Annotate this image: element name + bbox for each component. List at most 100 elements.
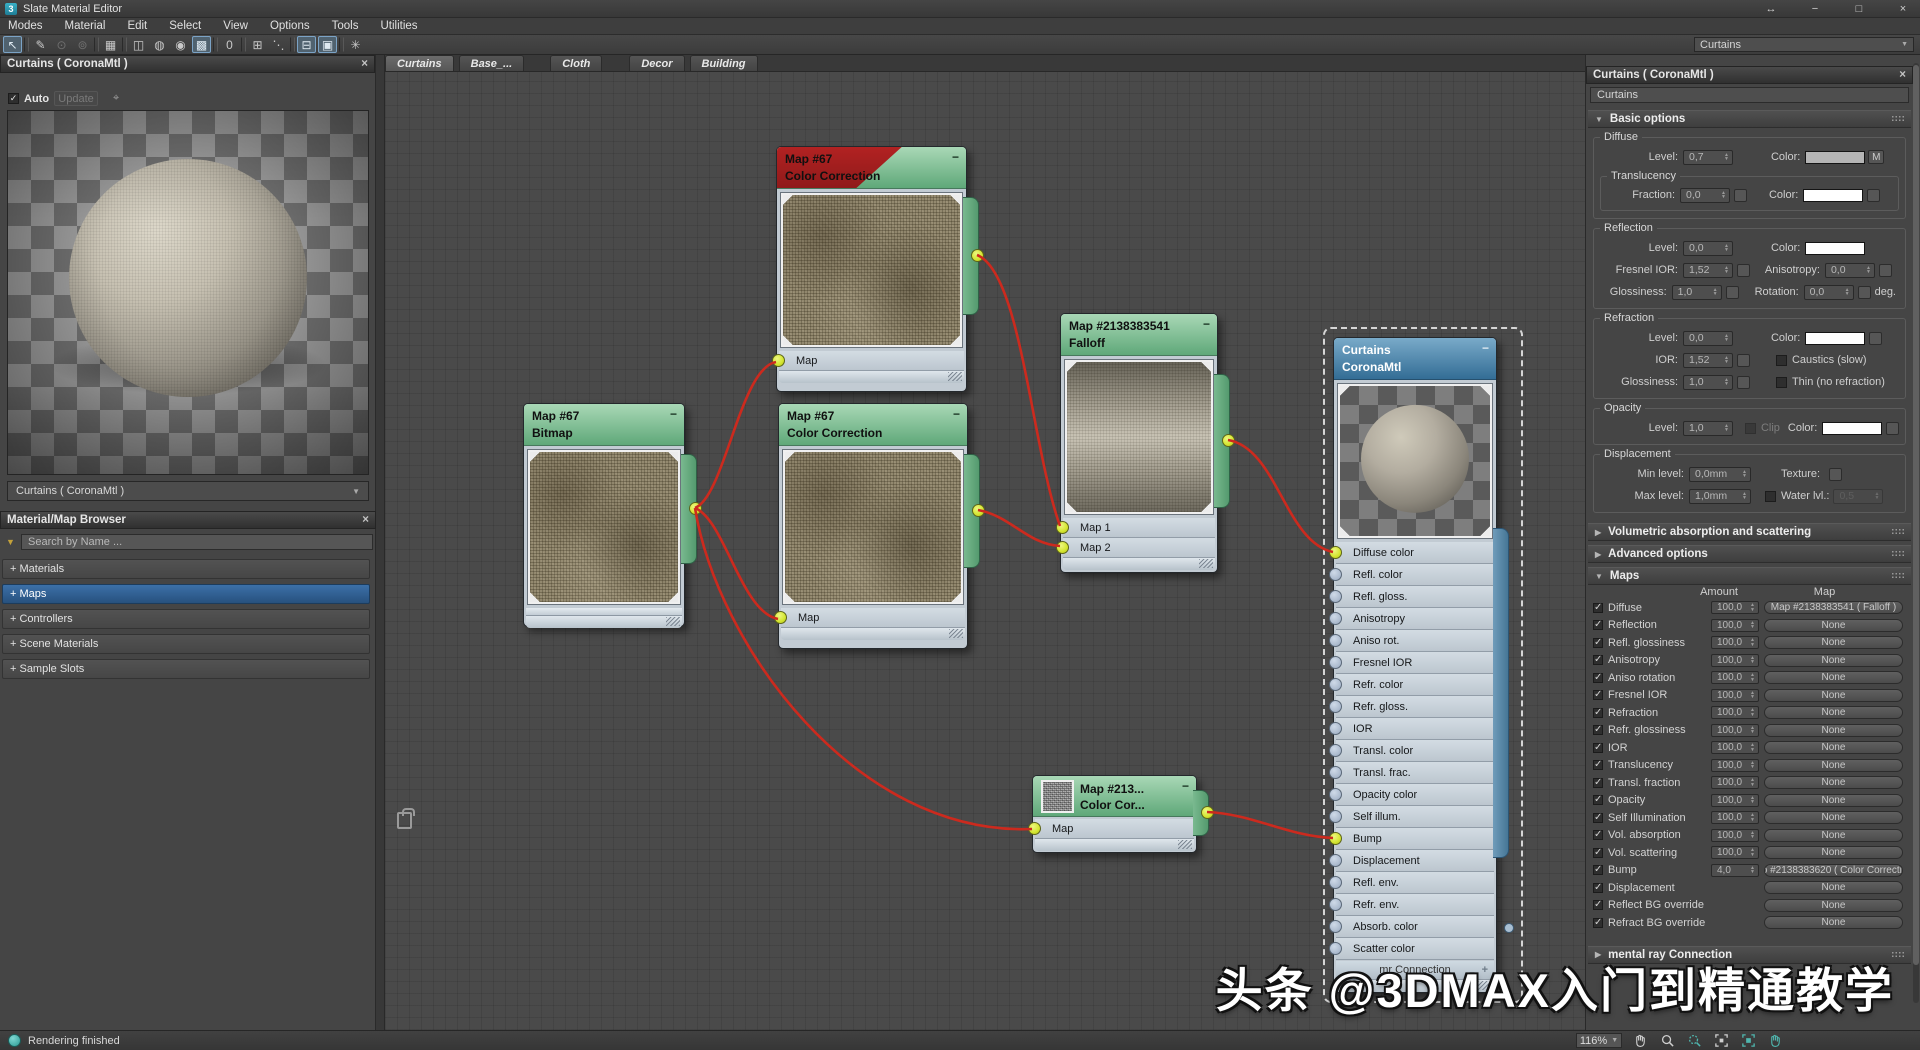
node-thumbnail[interactable] <box>1041 780 1074 813</box>
collapse-icon[interactable]: − <box>1203 316 1210 333</box>
water-level-checkbox[interactable] <box>1765 491 1776 502</box>
map-slot-button[interactable]: None <box>1764 776 1903 789</box>
translucency-color-map-box[interactable] <box>1867 189 1880 202</box>
material-output-socket[interactable] <box>1504 923 1514 933</box>
input-slot[interactable]: Map 2 <box>1063 538 1215 558</box>
output-socket[interactable] <box>1201 806 1214 819</box>
map-slot-button[interactable]: None <box>1764 881 1903 894</box>
material-input-slot[interactable]: Refl. env. <box>1336 872 1494 894</box>
map-amount-spinner[interactable]: 100,0 <box>1711 846 1759 859</box>
map-enable-checkbox[interactable] <box>1593 865 1603 875</box>
input-socket[interactable] <box>1329 744 1342 757</box>
menu-item[interactable]: Modes <box>8 20 43 32</box>
input-socket[interactable] <box>1028 822 1041 835</box>
zoom-region-icon[interactable] <box>1685 1033 1703 1049</box>
pan-to-selected-icon[interactable] <box>1766 1033 1784 1049</box>
displacement-min-spinner[interactable]: 0,0mm <box>1689 467 1751 482</box>
map-enable-checkbox[interactable] <box>1593 813 1603 823</box>
material-input-slot[interactable]: Absorb. color <box>1336 916 1494 938</box>
opacity-color-map-box[interactable] <box>1886 422 1899 435</box>
input-socket[interactable] <box>1329 546 1342 559</box>
node-bitmap[interactable]: Map #67 Bitmap − <box>523 403 685 627</box>
input-socket[interactable] <box>1056 521 1069 534</box>
node-corona-material[interactable]: Curtains CoronaMtl − Diffuse color Refl.… <box>1333 337 1497 993</box>
node-resize-grip[interactable] <box>779 371 964 383</box>
reflection-color-swatch[interactable] <box>1805 242 1865 255</box>
node-color-correction-bump[interactable]: Map #213... Color Cor... − Map <box>1032 775 1197 853</box>
scrollbar[interactable] <box>1913 63 1919 1003</box>
caustics-checkbox[interactable] <box>1776 355 1787 366</box>
toolbar-icon[interactable] <box>24 37 29 52</box>
material-input-slot[interactable]: Displacement <box>1336 850 1494 872</box>
show-shaded-material-icon[interactable]: ◉ <box>171 36 190 53</box>
layout-children-icon[interactable]: ⋱ <box>269 36 288 53</box>
view-tab[interactable]: Building <box>690 55 758 71</box>
show-background-icon[interactable]: ▩ <box>192 36 211 53</box>
water-level-spinner[interactable]: 0,5 <box>1833 489 1883 504</box>
map-slot-button[interactable]: None <box>1764 811 1903 824</box>
material-input-slot[interactable]: Opacity color <box>1336 784 1494 806</box>
refraction-glossiness-spinner[interactable]: 1,0 <box>1683 375 1733 390</box>
zoom-level-combo[interactable]: 116% ▼ <box>1576 1033 1622 1048</box>
collapse-icon[interactable]: − <box>1482 340 1489 357</box>
minimize-icon[interactable]: − <box>1806 3 1824 15</box>
browser-list-item[interactable]: + Maps <box>2 584 370 604</box>
material-input-slot[interactable]: Diffuse color <box>1336 542 1494 564</box>
thin-checkbox[interactable] <box>1776 377 1787 388</box>
close-icon[interactable]: × <box>1894 3 1912 15</box>
material-input-slot[interactable]: Transl. frac. <box>1336 762 1494 784</box>
opacity-color-swatch[interactable] <box>1822 422 1882 435</box>
close-icon[interactable]: × <box>1899 69 1906 81</box>
auto-update-checkbox[interactable]: ✓ <box>8 93 19 104</box>
input-socket[interactable] <box>1329 568 1342 581</box>
map-enable-checkbox[interactable] <box>1593 900 1603 910</box>
toolbar-icon[interactable] <box>122 37 127 52</box>
output-socket[interactable] <box>972 504 985 517</box>
input-slot[interactable]: Map <box>779 351 964 371</box>
zoom-extents-icon[interactable] <box>1712 1033 1730 1049</box>
anisotropy-map-box[interactable] <box>1879 264 1892 277</box>
input-socket[interactable] <box>1329 810 1342 823</box>
map-amount-spinner[interactable]: 4,0 <box>1711 864 1759 877</box>
map-slot-button[interactable]: Map #2138383620 ( Color Correction ) <box>1764 864 1903 877</box>
material-id-channel-icon[interactable]: ⊟ <box>297 36 316 53</box>
map-slot-button[interactable]: None <box>1764 706 1903 719</box>
map-slot-button[interactable]: None <box>1764 689 1903 702</box>
map-enable-checkbox[interactable] <box>1593 760 1603 770</box>
rollout-advanced[interactable]: ▶ Advanced options <box>1588 545 1911 563</box>
refraction-color-swatch[interactable] <box>1805 332 1865 345</box>
map-slot-button[interactable]: Map #2138383541 ( Falloff ) <box>1764 601 1903 614</box>
preferences-icon[interactable]: ▣ <box>318 36 337 53</box>
input-socket[interactable] <box>1329 788 1342 801</box>
material-input-slot[interactable]: Refr. env. <box>1336 894 1494 916</box>
map-slot-button[interactable]: None <box>1764 671 1903 684</box>
fresnel-ior-map-box[interactable] <box>1737 264 1750 277</box>
browser-list-item[interactable]: + Materials <box>2 559 370 579</box>
drag-grip-icon[interactable] <box>1891 550 1905 558</box>
map-slot-button[interactable]: None <box>1764 619 1903 632</box>
reflection-level-spinner[interactable]: 0,0 <box>1683 241 1733 256</box>
input-socket[interactable] <box>1329 678 1342 691</box>
node-resize-grip[interactable] <box>1063 558 1215 570</box>
input-socket[interactable] <box>1329 612 1342 625</box>
reflection-glossiness-spinner[interactable]: 1,0 <box>1672 285 1722 300</box>
material-input-slot[interactable]: Refl. color <box>1336 564 1494 586</box>
map-slot-button[interactable]: None <box>1764 741 1903 754</box>
toolbar-icon[interactable] <box>290 37 295 52</box>
reflection-glossiness-map-box[interactable] <box>1726 286 1739 299</box>
map-amount-spinner[interactable]: 100,0 <box>1711 671 1759 684</box>
view-tab[interactable]: Base_... <box>459 55 525 71</box>
fresnel-ior-spinner[interactable]: 1,52 <box>1683 263 1733 278</box>
menu-item[interactable]: Utilities <box>380 20 417 32</box>
diffuse-map-button[interactable]: M <box>1868 150 1884 164</box>
map-enable-checkbox[interactable] <box>1593 725 1603 735</box>
material-input-slot[interactable]: Refr. gloss. <box>1336 696 1494 718</box>
input-socket[interactable] <box>1329 656 1342 669</box>
preview-material-combo[interactable]: Curtains ( CoronaMtl ) ▼ <box>7 481 369 501</box>
input-slot[interactable]: Map <box>781 608 965 628</box>
translucency-fraction-map-box[interactable] <box>1734 189 1747 202</box>
opacity-level-spinner[interactable]: 1,0 <box>1683 421 1733 436</box>
material-input-slot[interactable]: Aniso rot. <box>1336 630 1494 652</box>
map-enable-checkbox[interactable] <box>1593 883 1603 893</box>
show-numbers-icon[interactable]: 0 <box>220 36 239 53</box>
